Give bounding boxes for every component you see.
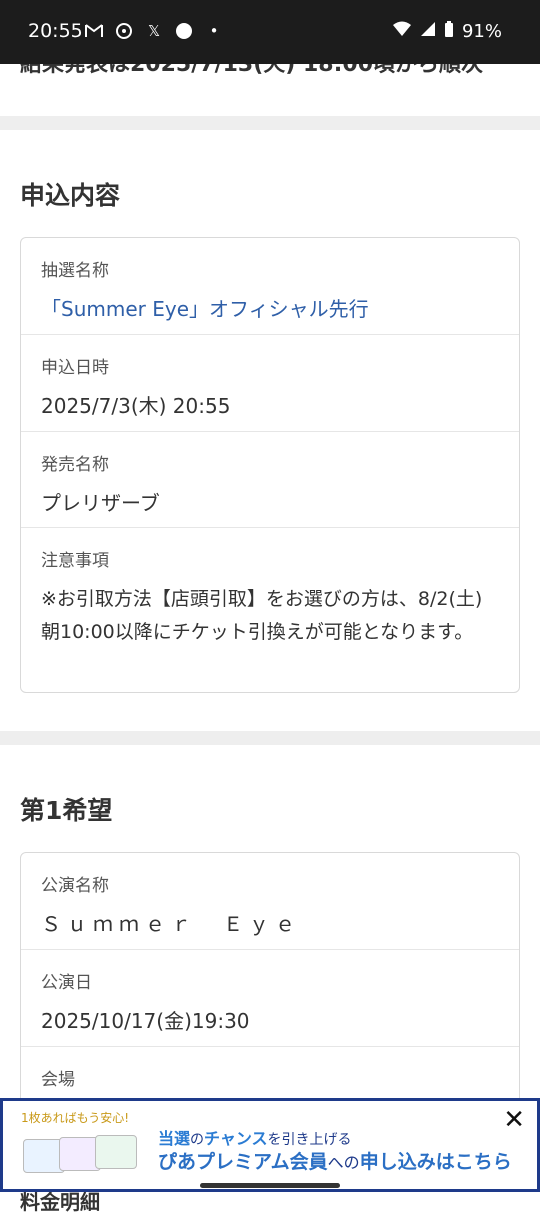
row-label: 抽選名称	[41, 261, 109, 281]
lottery-name-row: 抽選名称 「Summer Eye」オフィシャル先行	[21, 238, 519, 335]
ad-line1: 当選のチャンスを引き上げる	[158, 1125, 352, 1149]
ad-line2: ぴあプレミアム会員への申し込みはこちら	[158, 1147, 512, 1174]
sync-icon	[114, 22, 134, 40]
sale-name-row: 発売名称 プレリザーブ	[21, 432, 519, 528]
lottery-name-link[interactable]: 「Summer Eye」オフィシャル先行	[41, 281, 499, 326]
section-divider	[0, 731, 540, 745]
battery-percent: 91%	[461, 21, 502, 42]
ad-line2-end: 申し込みはこちら	[359, 1151, 512, 1173]
wifi-icon	[392, 21, 412, 42]
card-image	[95, 1135, 137, 1169]
row-value: 2025/7/3(木) 20:55	[41, 394, 231, 418]
status-bar: 20:55 𝕏 • 91%	[0, 0, 540, 64]
choice-section-title: 第1希望	[20, 796, 113, 825]
signal-icon	[420, 21, 436, 42]
ad-line1-mid: の	[190, 1132, 205, 1148]
performance-date-row: 公演日 2025/10/17(金)19:30	[21, 950, 519, 1047]
row-label: 会場	[41, 1070, 75, 1090]
notes-row: 注意事項 ※お引取方法【店頭引取】をお選びの方は、8/2(土)朝10:00以降に…	[21, 528, 519, 692]
gmail-icon	[84, 22, 104, 40]
dot-icon: •	[209, 22, 219, 40]
row-value: 2025/10/17(金)19:30	[41, 1009, 250, 1033]
home-indicator[interactable]	[200, 1183, 340, 1188]
application-datetime-row: 申込日時 2025/7/3(木) 20:55	[21, 335, 519, 432]
x-icon: 𝕏	[147, 22, 161, 40]
ad-line2-strong: ぴあプレミアム会員	[158, 1151, 328, 1173]
row-value: Ｓｕｍｍｅｒ Ｅｙｅ	[41, 912, 301, 936]
close-icon[interactable]: ✕	[503, 1105, 525, 1135]
ad-line1-prefix: 当選	[158, 1129, 191, 1148]
ad-small-text: 1枚あればもう安心!	[21, 1111, 130, 1125]
row-label: 注意事項	[41, 551, 109, 571]
row-label: 申込日時	[41, 358, 109, 378]
ad-line1-highlight: チャンス	[204, 1129, 268, 1148]
battery-icon	[444, 20, 454, 43]
row-label: 公演日	[41, 973, 92, 993]
application-section-title: 申込内容	[20, 181, 121, 210]
section-divider	[0, 116, 540, 130]
row-label: 発売名称	[41, 455, 109, 475]
pia-premium-banner[interactable]: 1枚あればもう安心! 当選のチャンスを引き上げる ぴあプレミアム会員への申し込み…	[0, 1098, 540, 1192]
threads-icon	[174, 22, 194, 40]
card-images	[23, 1129, 143, 1185]
notes-value: ※お引取方法【店頭引取】をお選びの方は、8/2(土)朝10:00以降にチケット引…	[41, 588, 483, 643]
performance-name-row: 公演名称 Ｓｕｍｍｅｒ Ｅｙｅ	[21, 853, 519, 950]
ad-line1-suffix: を引き上げる	[267, 1132, 352, 1148]
ad-line2-mid: への	[327, 1153, 360, 1172]
row-label: 公演名称	[41, 876, 109, 896]
row-value: プレリザーブ	[41, 491, 160, 515]
application-details-card: 抽選名称 「Summer Eye」オフィシャル先行 申込日時 2025/7/3(…	[20, 237, 520, 693]
status-time: 20:55	[28, 20, 83, 42]
performance-details-card: 公演名称 Ｓｕｍｍｅｒ Ｅｙｅ 公演日 2025/10/17(金)19:30 会…	[20, 852, 520, 1114]
